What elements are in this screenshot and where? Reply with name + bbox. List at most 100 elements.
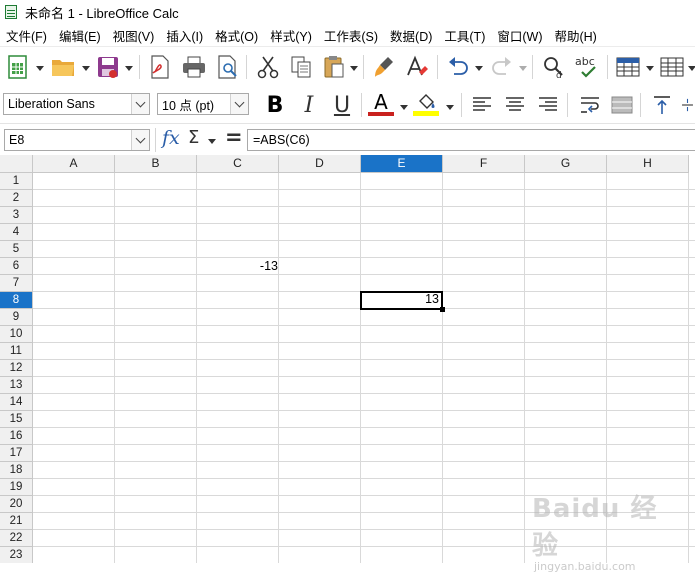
row-header[interactable]: 3 (0, 207, 33, 224)
function-wizard-icon[interactable]: fx (162, 127, 180, 149)
name-box-dropdown-button[interactable] (131, 130, 149, 150)
font-name-dropdown-button[interactable] (131, 94, 149, 114)
export-pdf-icon[interactable] (146, 53, 174, 81)
column-dropdown-arrow[interactable] (688, 63, 695, 73)
find-replace-icon[interactable]: d (540, 53, 568, 81)
row-dropdown-arrow[interactable] (646, 63, 654, 73)
formula-equals-icon[interactable]: = (225, 125, 243, 149)
align-left-icon[interactable] (468, 91, 496, 119)
column-grid-icon[interactable] (658, 53, 686, 81)
italic-button[interactable]: I (295, 91, 323, 119)
menu-file[interactable]: 文件(F) (0, 26, 53, 45)
row-header[interactable]: 2 (0, 190, 33, 207)
clear-formatting-icon[interactable] (403, 53, 431, 81)
column-header-g[interactable]: G (525, 155, 607, 173)
row-header[interactable]: 10 (0, 326, 33, 343)
paste-clipboard-icon[interactable] (320, 53, 348, 81)
row-header[interactable]: 22 (0, 530, 33, 547)
row-header[interactable]: 9 (0, 309, 33, 326)
open-dropdown-arrow[interactable] (82, 63, 90, 73)
merge-cells-icon[interactable] (608, 91, 636, 119)
align-center-icon[interactable] (501, 91, 529, 119)
menu-window[interactable]: 窗口(W) (491, 26, 548, 45)
menu-view[interactable]: 视图(V) (107, 26, 161, 45)
formula-input[interactable]: =ABS(C6) (247, 129, 695, 151)
row-header[interactable]: 12 (0, 360, 33, 377)
cell-area[interactable] (33, 173, 695, 563)
font-name-combo[interactable]: Liberation Sans (3, 93, 150, 115)
print-preview-icon[interactable] (214, 53, 242, 81)
row-header[interactable]: 13 (0, 377, 33, 394)
align-top-icon[interactable] (648, 91, 676, 119)
align-right-icon[interactable] (534, 91, 562, 119)
row-header[interactable]: 17 (0, 445, 33, 462)
sum-icon[interactable]: Σ (188, 127, 199, 148)
row-header-selected[interactable]: 8 (0, 292, 33, 309)
copy-icon[interactable] (287, 53, 315, 81)
row-header[interactable]: 20 (0, 496, 33, 513)
menu-format[interactable]: 格式(O) (209, 26, 264, 45)
paste-dropdown-arrow[interactable] (350, 63, 358, 73)
row-header[interactable]: 11 (0, 343, 33, 360)
row-header[interactable]: 18 (0, 462, 33, 479)
open-folder-icon[interactable] (50, 53, 78, 81)
clone-formatting-brush-icon[interactable] (370, 53, 398, 81)
row-header[interactable]: 7 (0, 275, 33, 292)
column-header-a[interactable]: A (33, 155, 115, 173)
save-dropdown-arrow[interactable] (125, 63, 133, 73)
wrap-text-icon[interactable] (576, 91, 604, 119)
spelling-icon[interactable]: abc (574, 53, 602, 81)
row-header[interactable]: 16 (0, 428, 33, 445)
highlight-dropdown-arrow[interactable] (446, 102, 454, 112)
column-header-f[interactable]: F (443, 155, 525, 173)
column-header-h[interactable]: H (607, 155, 689, 173)
menu-help[interactable]: 帮助(H) (548, 26, 602, 45)
row-header[interactable]: 4 (0, 224, 33, 241)
align-center-vertical-icon[interactable] (680, 91, 695, 119)
font-color-dropdown-arrow[interactable] (400, 102, 408, 112)
row-grid-icon[interactable] (614, 53, 642, 81)
undo-icon[interactable] (444, 53, 472, 81)
menu-edit[interactable]: 编辑(E) (53, 26, 107, 45)
save-disk-icon[interactable] (94, 53, 122, 81)
menu-styles[interactable]: 样式(Y) (264, 26, 318, 45)
underline-button[interactable]: U (328, 91, 356, 119)
column-header-c[interactable]: C (197, 155, 279, 173)
column-header-d[interactable]: D (279, 155, 361, 173)
name-box-value: E8 (9, 133, 25, 147)
row-header[interactable]: 5 (0, 241, 33, 258)
row-header[interactable]: 19 (0, 479, 33, 496)
autofill-handle[interactable] (440, 307, 445, 312)
row-header[interactable]: 15 (0, 411, 33, 428)
cell-c6[interactable]: -13 (197, 258, 279, 275)
column-header-e[interactable]: E (361, 155, 443, 173)
menu-insert[interactable]: 插入(I) (160, 26, 209, 45)
row-header[interactable]: 23 (0, 547, 33, 563)
sum-dropdown-arrow[interactable] (208, 136, 216, 146)
font-color-button[interactable]: A (367, 90, 395, 118)
print-icon[interactable] (180, 53, 208, 81)
cut-scissors-icon[interactable] (254, 53, 282, 81)
cell-e8-active[interactable]: 13 (360, 291, 443, 310)
highlight-color-swatch (413, 110, 439, 116)
column-header-b[interactable]: B (115, 155, 197, 173)
menu-sheet[interactable]: 工作表(S) (318, 26, 384, 45)
new-dropdown-arrow[interactable] (36, 63, 44, 73)
menu-data[interactable]: 数据(D) (384, 26, 438, 45)
undo-dropdown-arrow[interactable] (475, 63, 483, 73)
font-size-dropdown-button[interactable] (230, 94, 248, 114)
name-box[interactable]: E8 (4, 129, 150, 151)
highlight-color-button[interactable] (412, 90, 440, 118)
font-size-combo[interactable]: 10 点 (pt) (157, 93, 249, 115)
redo-icon[interactable] (488, 53, 516, 81)
row-header[interactable]: 6 (0, 258, 33, 275)
select-all-corner[interactable] (0, 155, 33, 173)
spreadsheet-grid[interactable]: A B C D E F G H 1 2 3 4 5 6 7 8 9 10 11 … (0, 155, 695, 563)
bold-button[interactable]: B (261, 91, 289, 119)
menu-tools[interactable]: 工具(T) (438, 26, 491, 45)
row-header[interactable]: 1 (0, 173, 33, 190)
row-header[interactable]: 14 (0, 394, 33, 411)
new-spreadsheet-icon[interactable] (4, 53, 32, 81)
redo-dropdown-arrow[interactable] (519, 63, 527, 73)
row-header[interactable]: 21 (0, 513, 33, 530)
